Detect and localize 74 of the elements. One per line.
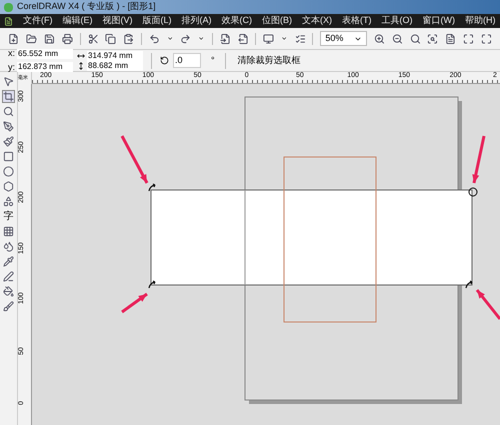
fill-icon[interactable] xyxy=(3,286,14,297)
menu-item[interactable]: 文本(X) xyxy=(302,14,332,28)
y-position-field[interactable]: 162.873 mm xyxy=(17,62,74,72)
ellipse-icon[interactable] xyxy=(3,166,14,177)
pointer-icon[interactable] xyxy=(3,76,14,87)
zoom-level-dropdown[interactable]: 50% xyxy=(320,31,367,46)
menu-item[interactable]: 视图(V) xyxy=(102,14,132,28)
pointer-arrow xyxy=(476,289,500,320)
clear-crop-button[interactable]: 清除裁剪选取框 xyxy=(230,54,309,68)
zoom-out-icon[interactable] xyxy=(392,32,403,44)
menu-item[interactable]: 窗口(W) xyxy=(422,14,455,28)
pointer-arrow xyxy=(472,136,486,184)
outline-pen-icon[interactable] xyxy=(3,271,14,282)
zoom-icon[interactable] xyxy=(3,106,14,117)
degree-symbol: ° xyxy=(211,54,215,67)
window-title: CorelDRAW X4 ( 专业版 ) - [图形1] xyxy=(17,0,156,14)
pointer-arrow xyxy=(120,135,148,184)
menu-item[interactable]: 版面(L) xyxy=(142,14,172,28)
menu-item[interactable]: 位图(B) xyxy=(262,14,292,28)
rectangle-object[interactable] xyxy=(284,156,376,322)
print-icon[interactable] xyxy=(62,32,73,44)
display-icon[interactable] xyxy=(263,32,274,44)
table-icon[interactable] xyxy=(3,226,14,237)
height-field[interactable]: 88.682 mm xyxy=(87,60,144,70)
save-icon[interactable] xyxy=(44,32,55,44)
menu-item[interactable]: 文件(F) xyxy=(23,14,52,28)
menu-item[interactable]: 工具(O) xyxy=(382,14,412,28)
x-position-field[interactable]: 65.552 mm xyxy=(17,48,74,59)
app-logo-icon xyxy=(4,2,13,12)
zoom-search-icon[interactable] xyxy=(410,32,420,44)
eyedropper-icon[interactable] xyxy=(3,256,14,267)
zoom-page-icon[interactable] xyxy=(445,32,456,44)
y-label: y: xyxy=(8,60,16,74)
menu-item[interactable]: 效果(C) xyxy=(222,14,252,28)
rotate-handle-icon[interactable] xyxy=(465,280,473,289)
copy-icon[interactable] xyxy=(105,32,116,44)
paste-icon[interactable] xyxy=(123,32,134,44)
rotate-handle-icon[interactable] xyxy=(148,183,156,192)
redo-icon[interactable] xyxy=(180,32,192,44)
menu-item[interactable]: 帮助(H) xyxy=(465,14,496,28)
cut-icon[interactable] xyxy=(88,32,98,44)
freehand-icon[interactable] xyxy=(3,121,14,132)
menu-item[interactable]: 排列(A) xyxy=(182,14,212,28)
import-icon[interactable] xyxy=(220,32,230,44)
undo-icon[interactable] xyxy=(149,32,160,44)
zoom-width-icon[interactable] xyxy=(463,32,474,44)
rotate-icon xyxy=(160,56,170,65)
smart-fill-icon[interactable] xyxy=(3,136,14,147)
crop-icon[interactable] xyxy=(3,91,14,102)
rotate-handle-icon[interactable] xyxy=(148,280,156,289)
x-label: x: xyxy=(8,47,16,60)
document-icon xyxy=(4,16,13,26)
interactive-fill-icon[interactable] xyxy=(3,301,14,312)
shapes-icon[interactable] xyxy=(3,196,14,207)
blend-icon[interactable] xyxy=(3,241,14,252)
height-icon xyxy=(77,62,86,70)
text-tool[interactable]: 字 xyxy=(4,211,14,222)
polygon-icon[interactable] xyxy=(3,181,14,192)
new-file-icon[interactable] xyxy=(8,32,19,44)
rotation-center-icon[interactable] xyxy=(468,188,478,196)
rectangle-icon[interactable] xyxy=(3,151,14,162)
zoom-all-icon[interactable] xyxy=(427,32,438,44)
width-icon xyxy=(77,52,86,60)
width-field[interactable]: 314.974 mm xyxy=(87,50,144,60)
zoom-height-icon[interactable] xyxy=(481,32,492,44)
pointer-arrow xyxy=(121,292,148,314)
crop-selection[interactable] xyxy=(150,190,472,286)
options-icon[interactable] xyxy=(294,32,306,44)
export-icon[interactable] xyxy=(238,32,248,44)
menu-item[interactable]: 编辑(E) xyxy=(62,14,92,28)
open-folder-icon[interactable] xyxy=(26,32,37,44)
zoom-in-icon[interactable] xyxy=(374,32,385,44)
menu-item[interactable]: 表格(T) xyxy=(342,14,372,28)
angle-field[interactable]: .0 xyxy=(173,52,202,68)
